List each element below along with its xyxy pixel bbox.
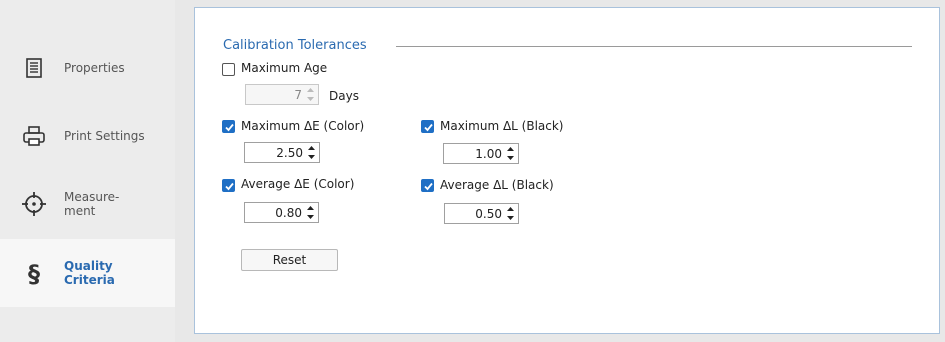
content-area: Calibration Tolerances Maximum Age 7 Day… [175, 0, 945, 342]
sidebar-item-label: Properties [64, 61, 125, 75]
stepper-arrows [504, 145, 517, 162]
stepper-arrows [304, 204, 317, 221]
max-age-value: 7 [294, 88, 302, 102]
settings-panel: Calibration Tolerances Maximum Age 7 Day… [194, 7, 940, 334]
sidebar-item-label: Measure- ment [64, 190, 120, 218]
avg-de-stepper[interactable]: 0.80 [244, 202, 319, 223]
max-age-unit: Days [329, 89, 359, 103]
avg-dl-stepper[interactable]: 0.50 [444, 203, 519, 224]
document-list-icon [26, 58, 42, 78]
stepper-down-icon[interactable] [304, 95, 317, 103]
group-title: Calibration Tolerances [223, 38, 367, 53]
stepper-up-icon[interactable] [504, 145, 517, 153]
max-dl-stepper[interactable]: 1.00 [443, 143, 519, 164]
checkmark-icon [225, 123, 234, 132]
sidebar-item-label: Quality Criteria [64, 259, 115, 287]
crosshair-icon [22, 192, 46, 216]
stepper-down-icon[interactable] [305, 153, 318, 161]
sidebar-item-print-settings[interactable]: Print Settings [0, 102, 175, 170]
stepper-arrows [305, 144, 318, 161]
stepper-up-icon[interactable] [504, 205, 517, 213]
checkmark-icon [424, 123, 433, 132]
max-de-stepper[interactable]: 2.50 [244, 142, 320, 163]
max-de-checkbox[interactable] [222, 120, 235, 133]
stepper-down-icon[interactable] [504, 154, 517, 162]
checkmark-icon [424, 182, 433, 191]
svg-text:§: § [28, 260, 40, 287]
sidebar-item-quality-criteria[interactable]: § Quality Criteria [0, 239, 175, 307]
max-de-value: 2.50 [276, 146, 303, 160]
reset-button[interactable]: Reset [241, 249, 338, 271]
max-age-checkbox[interactable] [222, 63, 235, 76]
max-dl-label: Maximum ΔL (Black) [440, 119, 564, 133]
max-age-label: Maximum Age [241, 61, 328, 75]
stepper-up-icon[interactable] [304, 204, 317, 212]
stepper-down-icon[interactable] [304, 213, 317, 221]
stepper-arrows [504, 205, 517, 222]
stepper-down-icon[interactable] [504, 214, 517, 222]
avg-dl-label: Average ΔL (Black) [440, 178, 554, 192]
sidebar-item-measurement[interactable]: Measure- ment [0, 170, 175, 238]
avg-de-checkbox[interactable] [222, 179, 235, 192]
checkmark-icon [225, 182, 234, 191]
sidebar-item-properties[interactable]: Properties [0, 34, 175, 102]
stepper-arrows [304, 86, 317, 103]
avg-de-value: 0.80 [275, 206, 302, 220]
section-sign-icon: § [28, 260, 40, 287]
max-age-stepper[interactable]: 7 [245, 84, 319, 105]
sidebar-item-label: Print Settings [64, 129, 145, 143]
group-divider [396, 46, 912, 47]
avg-dl-checkbox[interactable] [421, 179, 434, 192]
printer-icon [23, 126, 45, 146]
max-de-label: Maximum ΔE (Color) [241, 119, 365, 133]
stepper-up-icon[interactable] [304, 86, 317, 94]
max-dl-value: 1.00 [475, 147, 502, 161]
avg-dl-value: 0.50 [475, 207, 502, 221]
max-dl-checkbox[interactable] [421, 120, 434, 133]
sidebar: Properties Print Settings Measure- ment … [0, 0, 175, 342]
stepper-up-icon[interactable] [305, 144, 318, 152]
avg-de-label: Average ΔE (Color) [241, 177, 355, 191]
